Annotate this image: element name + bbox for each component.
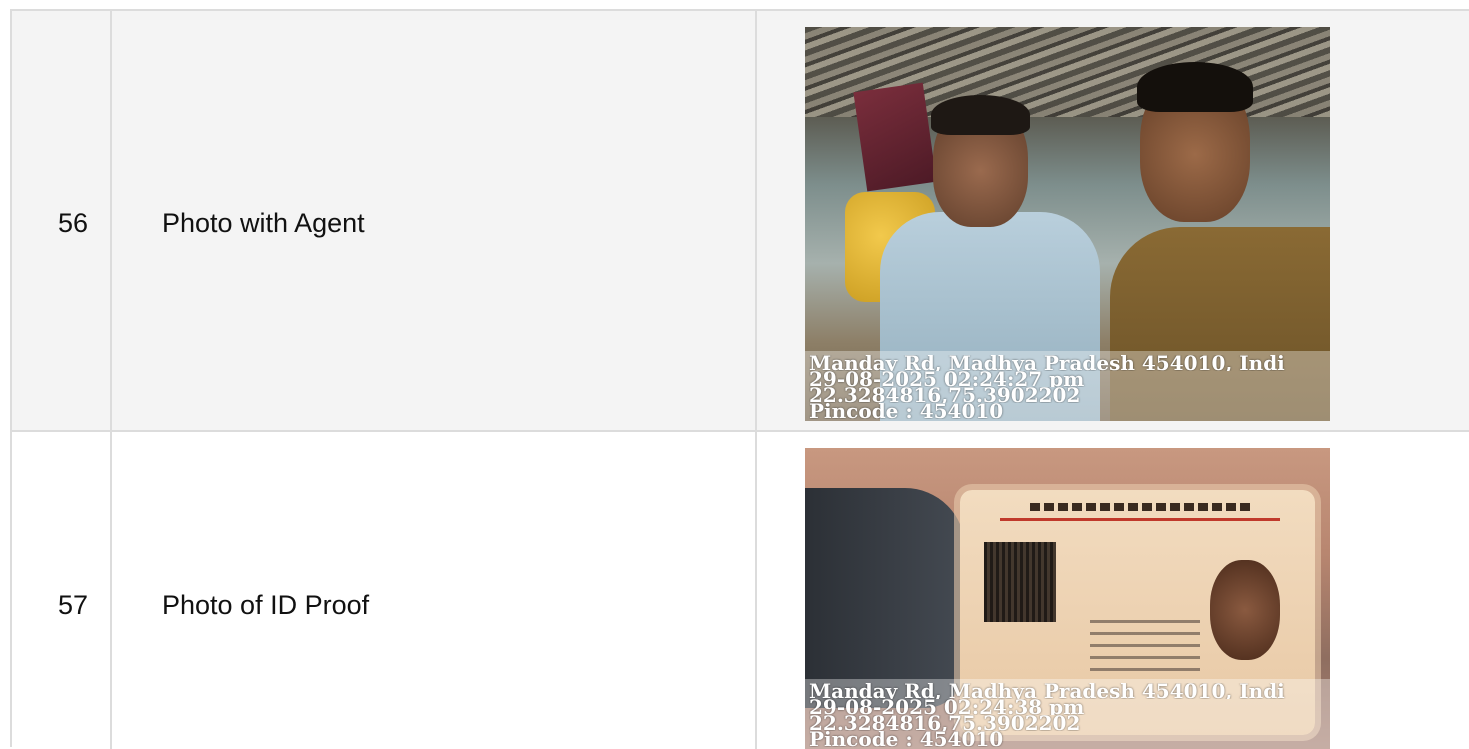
id-proof-photo[interactable]: Manday Rd, Madhya Pradesh 454010, Indi 2… (805, 448, 1330, 749)
stamp-datetime: 29-08-2025 02:24:38 pm (809, 699, 1085, 715)
person-right-hair (1137, 62, 1253, 112)
row-number: 57 (58, 590, 89, 620)
row-number-cell: 56 (12, 11, 112, 430)
row-photo-cell: Manday Rd, Madhya Pradesh 454010, Indi 2… (757, 432, 1469, 749)
row-label-cell: Photo with Agent (112, 11, 757, 430)
stamp-coordinates: 22.3284816,75.3902202 (809, 715, 1081, 731)
dark-clothing (805, 488, 965, 708)
id-card-portrait (1210, 560, 1280, 660)
row-label-cell: Photo of ID Proof (112, 432, 757, 749)
person-left-hair (931, 95, 1030, 135)
photo-table: 56 Photo with Agent Manday Rd, Madhya Pr… (10, 9, 1469, 749)
row-label: Photo of ID Proof (162, 590, 370, 620)
stamp-coordinates: 22.3284816,75.3902202 (809, 387, 1081, 403)
stamp-pincode: Pincode : 454010 (809, 403, 1004, 419)
row-photo-cell: Manday Rd, Madhya Pradesh 454010, Indi 2… (757, 11, 1469, 430)
hanging-bag (853, 82, 937, 192)
stamp-address: Manday Rd, Madhya Pradesh 454010, Indi (809, 683, 1285, 699)
stamp-datetime: 29-08-2025 02:24:27 pm (809, 371, 1085, 387)
table-row: 57 Photo of ID Proof Manday Rd, Madhya P… (12, 432, 1469, 749)
qr-code (984, 542, 1056, 622)
geo-stamp-overlay: Manday Rd, Madhya Pradesh 454010, Indi 2… (805, 679, 1330, 749)
id-card-text-lines (1090, 620, 1200, 680)
table-row: 56 Photo with Agent Manday Rd, Madhya Pr… (12, 11, 1469, 432)
id-card-header (1000, 498, 1280, 521)
geo-stamp-overlay: Manday Rd, Madhya Pradesh 454010, Indi 2… (805, 351, 1330, 421)
stamp-address: Manday Rd, Madhya Pradesh 454010, Indi (809, 355, 1285, 371)
agent-photo[interactable]: Manday Rd, Madhya Pradesh 454010, Indi 2… (805, 27, 1330, 421)
row-label: Photo with Agent (162, 208, 365, 238)
row-number: 56 (58, 208, 89, 238)
row-number-cell: 57 (12, 432, 112, 749)
stamp-pincode: Pincode : 454010 (809, 731, 1004, 747)
